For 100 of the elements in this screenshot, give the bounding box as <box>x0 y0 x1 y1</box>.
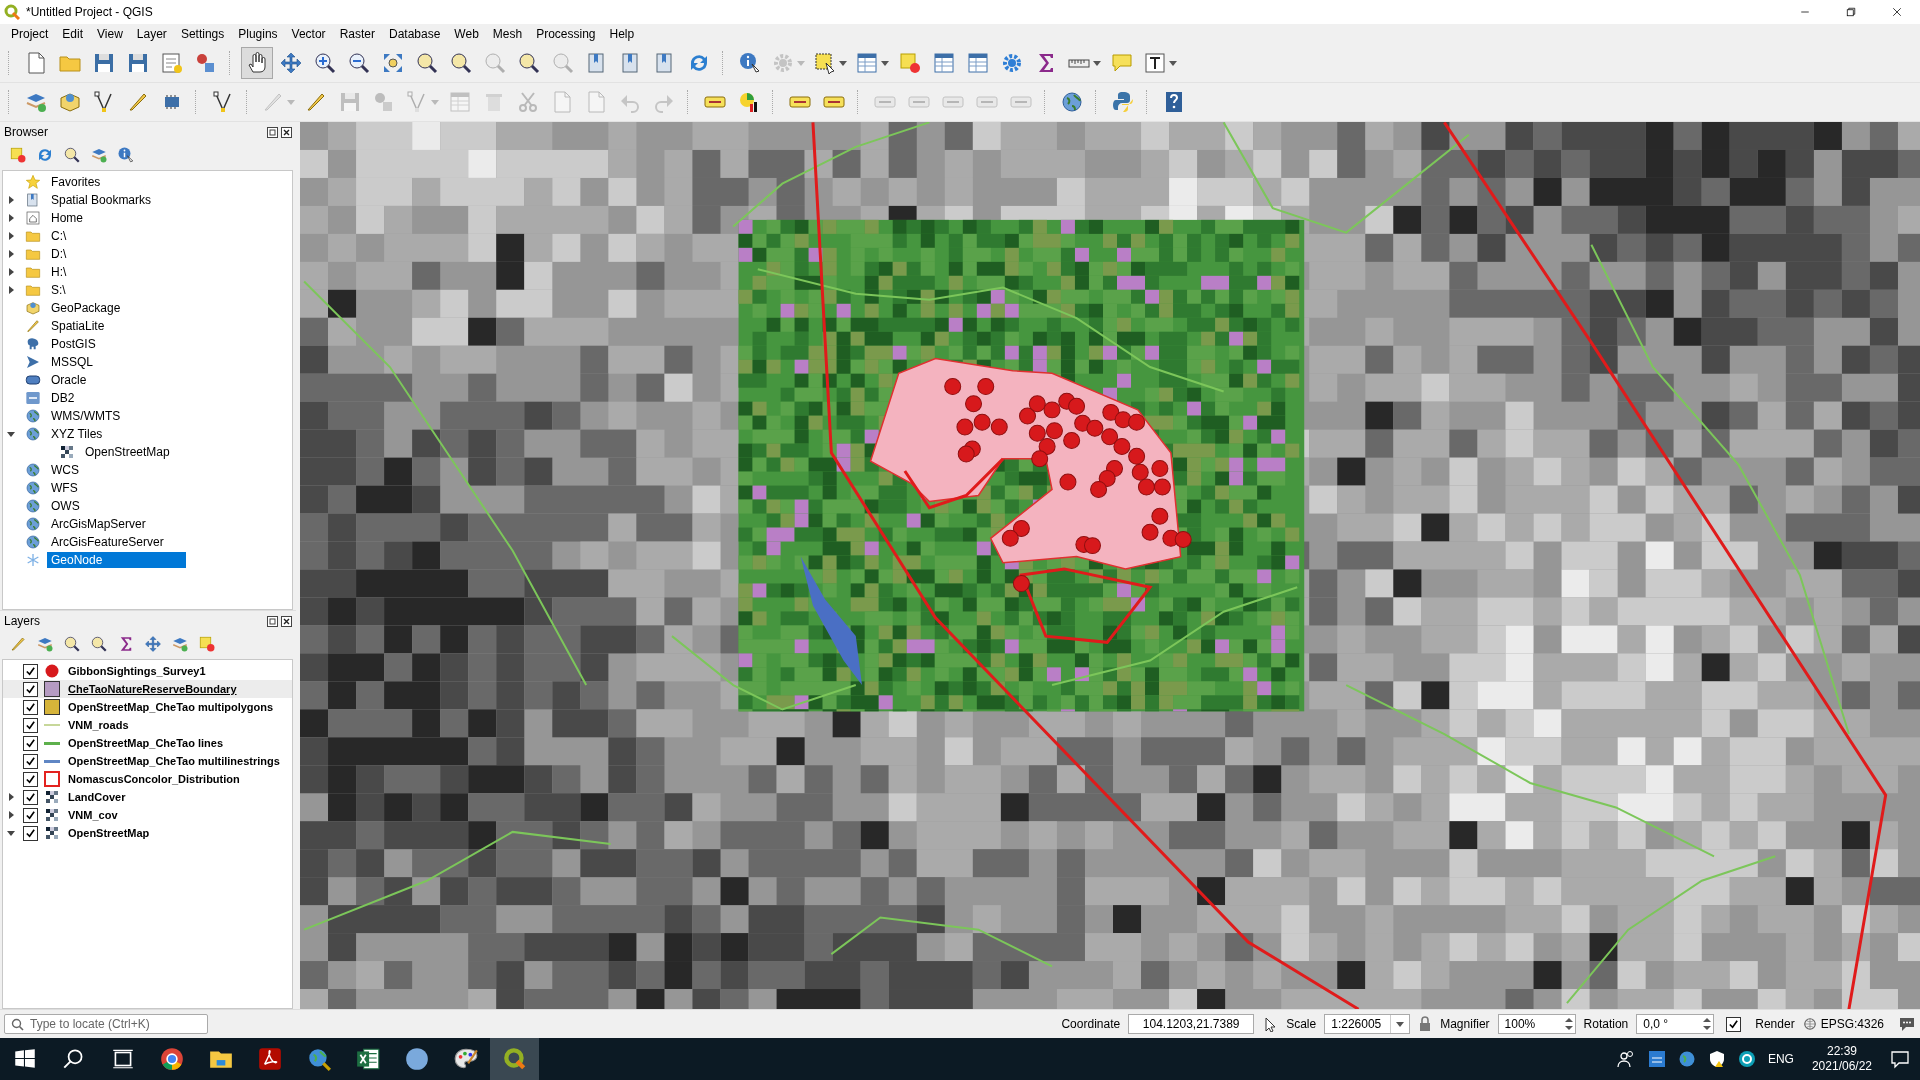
menu-item[interactable]: Help <box>602 27 642 41</box>
people-icon[interactable] <box>1615 1049 1636 1069</box>
layer-name[interactable]: GibbonSightings_Survey1 <box>68 665 206 677</box>
menu-item[interactable]: Processing <box>529 27 603 41</box>
globe-tray-icon[interactable] <box>1677 1050 1696 1068</box>
layer-name[interactable]: VNM_cov <box>68 809 118 821</box>
menu-item[interactable]: Plugins <box>231 27 285 41</box>
browser-item[interactable]: Favorites <box>47 174 105 190</box>
render-checkbox[interactable] <box>1726 1016 1742 1032</box>
browser-item[interactable]: Home <box>47 210 87 226</box>
layer-name[interactable]: OpenStreetMap_CheTao lines <box>68 737 224 749</box>
spin-arrows-icon[interactable] <box>1564 1017 1573 1031</box>
float-panel-icon[interactable] <box>267 126 278 138</box>
layer-checkbox[interactable] <box>23 681 38 697</box>
deselect-icon <box>9 146 27 164</box>
layer-checkbox[interactable] <box>23 753 38 769</box>
locator-search-field[interactable]: Type to locate (Ctrl+K) <box>4 1014 208 1034</box>
browser-item[interactable]: WCS <box>47 462 83 478</box>
menu-item[interactable]: Edit <box>55 27 91 41</box>
layer-checkbox[interactable] <box>23 807 38 823</box>
collapsed-arrow-icon[interactable] <box>8 232 14 240</box>
float-panel-icon[interactable] <box>267 615 278 627</box>
menu-item[interactable]: Mesh <box>485 27 530 41</box>
messages-icon[interactable] <box>1898 1016 1916 1032</box>
layer-name[interactable]: OpenStreetMap_CheTao multipolygons <box>68 701 274 713</box>
add-layer-icon <box>171 635 189 653</box>
globe-icon <box>25 534 41 550</box>
magnifier-spinbox[interactable]: 100% <box>1497 1014 1576 1034</box>
browser-item[interactable]: PostGIS <box>47 336 100 352</box>
layer-checkbox[interactable] <box>23 717 38 733</box>
collapsed-arrow-icon[interactable] <box>8 196 14 204</box>
layer-checkbox[interactable] <box>23 735 38 751</box>
qgis-app-button[interactable] <box>490 1038 539 1080</box>
layer-checkbox[interactable] <box>23 771 38 787</box>
collapsed-arrow-icon[interactable] <box>8 286 14 294</box>
close-panel-icon[interactable] <box>281 615 292 627</box>
spin-arrows-icon[interactable] <box>1703 1017 1712 1031</box>
browser-item[interactable]: SpatiaLite <box>47 318 109 334</box>
browser-item[interactable]: D:\ <box>47 246 71 262</box>
antivirus-icon[interactable] <box>1737 1050 1756 1068</box>
browser-item[interactable]: XYZ Tiles <box>47 426 107 442</box>
browser-item[interactable]: GeoPackage <box>47 300 125 316</box>
menu-item[interactable]: Layer <box>129 27 174 41</box>
expanded-arrow-icon[interactable] <box>7 830 15 836</box>
menu-item[interactable]: Project <box>4 27 56 41</box>
scissors-icon <box>516 90 540 114</box>
raster-grid-icon <box>59 444 75 460</box>
layer-name[interactable]: VNM_roads <box>68 719 129 731</box>
browser-item[interactable]: MSSQL <box>47 354 97 370</box>
menu-item[interactable]: Database <box>381 27 448 41</box>
layer-name[interactable]: OpenStreetMap <box>68 827 150 839</box>
menu-item[interactable]: Web <box>447 27 486 41</box>
raster-map-drawing[interactable] <box>300 122 1920 1009</box>
browser-item[interactable]: ArcGisFeatureServer <box>47 534 168 550</box>
browser-item[interactable]: WFS <box>47 480 82 496</box>
pan-hand-button[interactable] <box>241 47 273 79</box>
network-status-icon[interactable] <box>1647 1050 1666 1068</box>
layer-checkbox[interactable] <box>23 825 38 841</box>
layer-name[interactable]: OpenStreetMap_CheTao multilinestrings <box>68 755 280 767</box>
collapsed-arrow-icon[interactable] <box>8 811 14 819</box>
browser-item[interactable]: Spatial Bookmarks <box>47 192 156 208</box>
browser-item[interactable]: Oracle <box>47 372 91 388</box>
status-label: Magnifier <box>1440 1017 1490 1031</box>
status-label: Render <box>1755 1017 1795 1031</box>
layer-checkbox[interactable] <box>23 663 38 679</box>
shield-warning-icon[interactable] <box>1707 1050 1726 1068</box>
magnifier-icon <box>90 635 108 653</box>
layer-checkbox[interactable] <box>23 699 38 715</box>
collapsed-arrow-icon[interactable] <box>8 250 14 258</box>
clock-date[interactable]: 2021/06/22 <box>1811 1059 1872 1074</box>
browser-item[interactable]: S:\ <box>47 282 70 298</box>
menu-item[interactable]: Raster <box>332 27 382 41</box>
browser-item[interactable]: WMS/WMTS <box>47 408 125 424</box>
add-layer-icon <box>36 635 54 653</box>
scale-dropdown[interactable]: 1:226005 <box>1324 1014 1411 1034</box>
language-indicator[interactable]: ENG <box>1767 1052 1794 1066</box>
notifications-icon[interactable] <box>1890 1049 1910 1069</box>
menu-item[interactable]: Settings <box>173 27 232 41</box>
collapsed-arrow-icon[interactable] <box>8 214 14 222</box>
menu-item[interactable]: Vector <box>284 27 333 41</box>
browser-item[interactable]: H:\ <box>47 264 71 280</box>
browser-item[interactable]: C:\ <box>47 228 71 244</box>
layer-name[interactable]: NomascusConcolor_Distribution <box>68 773 240 785</box>
collapsed-arrow-icon[interactable] <box>8 793 14 801</box>
coordinate-field[interactable]: 104.1203,21.7389 <box>1128 1014 1255 1034</box>
layer-checkbox[interactable] <box>23 789 38 805</box>
browser-item[interactable]: GeoNode <box>47 552 187 568</box>
close-panel-icon[interactable] <box>281 126 292 138</box>
expanded-arrow-icon[interactable] <box>7 431 15 437</box>
browser-item[interactable]: OpenStreetMap <box>81 444 174 460</box>
layer-name[interactable]: LandCover <box>68 791 126 803</box>
raster-grid-icon <box>44 807 60 823</box>
crs-button[interactable]: EPSG:4326 <box>1802 1017 1884 1031</box>
browser-item[interactable]: ArcGisMapServer <box>47 516 150 532</box>
browser-item[interactable]: OWS <box>47 498 84 514</box>
collapsed-arrow-icon[interactable] <box>8 268 14 276</box>
rotation-spinbox[interactable]: 0,0 ° <box>1636 1014 1715 1034</box>
clock-time[interactable]: 22:39 <box>1826 1044 1857 1059</box>
menu-item[interactable]: View <box>90 27 130 41</box>
browser-item[interactable]: DB2 <box>47 390 79 406</box>
